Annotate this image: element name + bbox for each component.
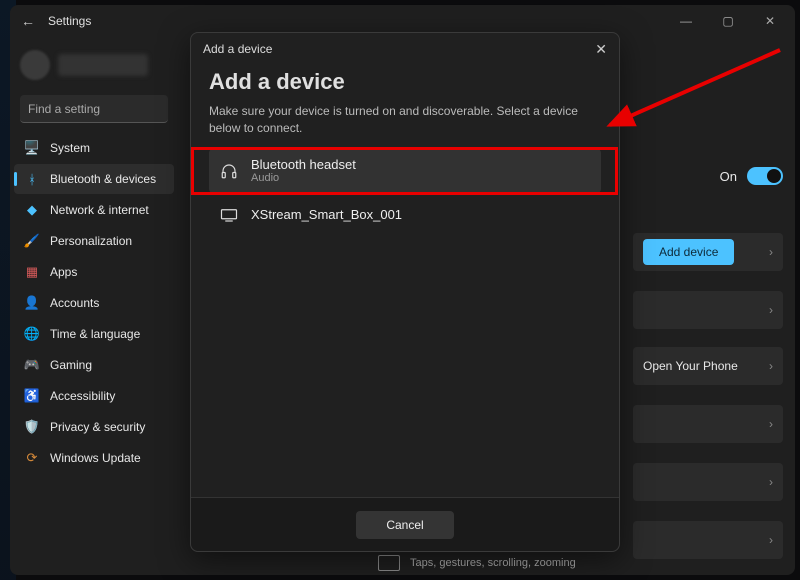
system-icon: 🖥️ [24,140,40,156]
gaming-icon: 🎮 [24,357,40,373]
sidebar-item-label: Gaming [50,358,92,372]
open-phone-label: Open Your Phone [643,359,738,373]
dialog-subtitle: Make sure your device is turned on and d… [209,103,601,137]
sidebar-item-label: Privacy & security [50,420,145,434]
device-xstream[interactable]: XStream_Smart_Box_001 [209,193,601,237]
sidebar-item-bluetooth[interactable]: ᚼ Bluetooth & devices [14,164,174,194]
touchpad-row[interactable]: Taps, gestures, scrolling, zooming [378,555,576,571]
sidebar-item-label: Windows Update [50,451,141,465]
sidebar-item-system[interactable]: 🖥️ System [14,133,174,163]
device-sub: Audio [251,172,356,184]
dialog-title: Add a device [209,69,601,95]
bluetooth-on-label: On [720,169,737,184]
accounts-icon: 👤 [24,295,40,311]
update-icon: ⟳ [24,450,40,466]
generic-row-1[interactable]: › [633,291,783,329]
add-device-row[interactable]: Add device › [633,233,783,271]
generic-row-3[interactable]: › [633,463,783,501]
nav-list: 🖥️ System ᚼ Bluetooth & devices ◆ Network &… [14,133,174,473]
sidebar-item-gaming[interactable]: 🎮 Gaming [14,350,174,380]
dialog-header: Add a device ✕ [191,33,619,65]
network-icon: ◆ [24,202,40,218]
sidebar-item-label: Accessibility [50,389,115,403]
apps-icon: ▦ [24,264,40,280]
device-name: Bluetooth headset [251,157,356,172]
search-placeholder: Find a setting [28,102,100,116]
sidebar: Find a setting 🖥️ System ᚼ Bluetooth & dev… [10,37,178,575]
sidebar-item-apps[interactable]: ▦ Apps [14,257,174,287]
bluetooth-icon: ᚼ [24,171,40,187]
avatar [20,50,50,80]
sidebar-item-label: Bluetooth & devices [50,172,156,186]
sidebar-item-label: Network & internet [50,203,149,217]
add-device-button[interactable]: Add device [643,239,734,265]
maximize-button[interactable]: ▢ [707,7,749,35]
chevron-right-icon: › [769,303,773,317]
generic-row-2[interactable]: › [633,405,783,443]
dialog-footer: Cancel [191,497,619,551]
bluetooth-toggle-row: On [720,167,783,185]
device-name: XStream_Smart_Box_001 [251,207,402,222]
sidebar-item-label: Accounts [50,296,99,310]
sidebar-item-label: System [50,141,90,155]
bluetooth-toggle[interactable] [747,167,783,185]
sidebar-item-privacy[interactable]: 🛡️ Privacy & security [14,412,174,442]
open-phone-row[interactable]: Open Your Phone › [633,347,783,385]
touchpad-icon [378,555,400,571]
personalization-icon: 🖌️ [24,233,40,249]
chevron-right-icon: › [769,533,773,547]
search-input[interactable]: Find a setting [20,95,168,123]
touchpad-sub: Taps, gestures, scrolling, zooming [410,557,576,569]
user-area[interactable] [20,45,168,85]
sidebar-item-label: Apps [50,265,77,279]
display-icon [219,205,239,225]
chevron-right-icon: › [769,359,773,373]
sidebar-item-accessibility[interactable]: ♿ Accessibility [14,381,174,411]
add-device-dialog: Add a device ✕ Add a device Make sure yo… [190,32,620,552]
back-button[interactable]: ← [14,13,42,29]
cancel-button[interactable]: Cancel [356,511,453,539]
dialog-close-button[interactable]: ✕ [595,41,607,58]
user-label [58,54,148,76]
chevron-right-icon: › [769,417,773,431]
accessibility-icon: ♿ [24,388,40,404]
sidebar-item-time-language[interactable]: 🌐 Time & language [14,319,174,349]
dialog-body: Add a device Make sure your device is tu… [191,65,619,497]
sidebar-item-update[interactable]: ⟳ Windows Update [14,443,174,473]
headset-icon [219,161,239,181]
device-bluetooth-headset[interactable]: Bluetooth headset Audio [209,149,601,193]
window-title: Settings [48,14,91,28]
close-button[interactable]: ✕ [749,7,791,35]
sidebar-item-personalization[interactable]: 🖌️ Personalization [14,226,174,256]
sidebar-item-network[interactable]: ◆ Network & internet [14,195,174,225]
dialog-header-title: Add a device [203,42,272,56]
sidebar-item-label: Time & language [50,327,140,341]
generic-row-4[interactable]: › [633,521,783,559]
chevron-right-icon: › [769,245,773,259]
sidebar-item-accounts[interactable]: 👤 Accounts [14,288,174,318]
chevron-right-icon: › [769,475,773,489]
sidebar-item-label: Personalization [50,234,132,248]
minimize-button[interactable]: — [665,7,707,35]
privacy-icon: 🛡️ [24,419,40,435]
time-icon: 🌐 [24,326,40,342]
